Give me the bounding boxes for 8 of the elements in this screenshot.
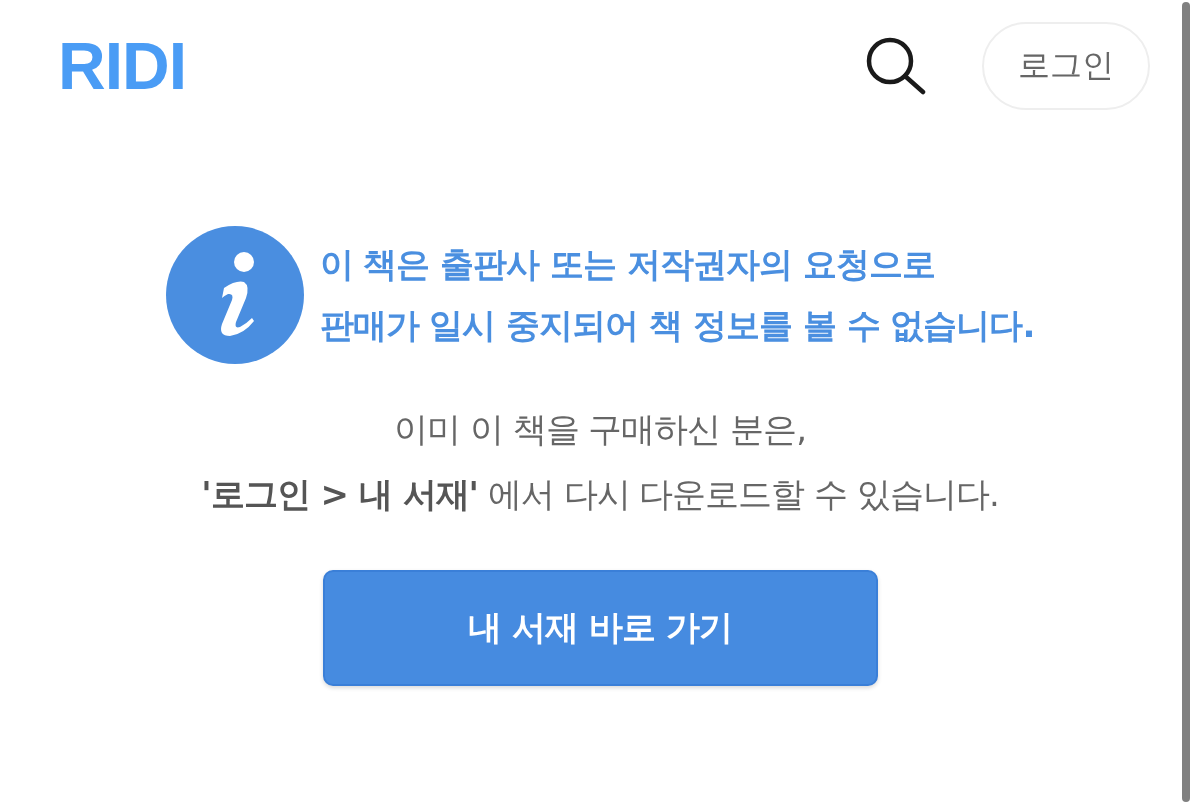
info-icon [165,226,304,364]
library-button[interactable]: 내 서재 바로 가기 [322,570,878,686]
notice-message: 이 책은 출판사 또는 저작권자의 요청으로 판매가 일시 중지되어 책 정보를 볼 수 없습니다. [319,243,1035,347]
search-icon[interactable] [866,37,926,95]
scrollbar-thumb[interactable] [1182,2,1190,802]
logo[interactable]: RIDI [58,33,186,99]
login-button[interactable]: 로그인 [982,22,1150,110]
help-text: 이미 이 책을 구매하신 분은, '로그인 > 내 서재' 에서 다시 다운로드할 수 있습니다. [201,408,999,516]
